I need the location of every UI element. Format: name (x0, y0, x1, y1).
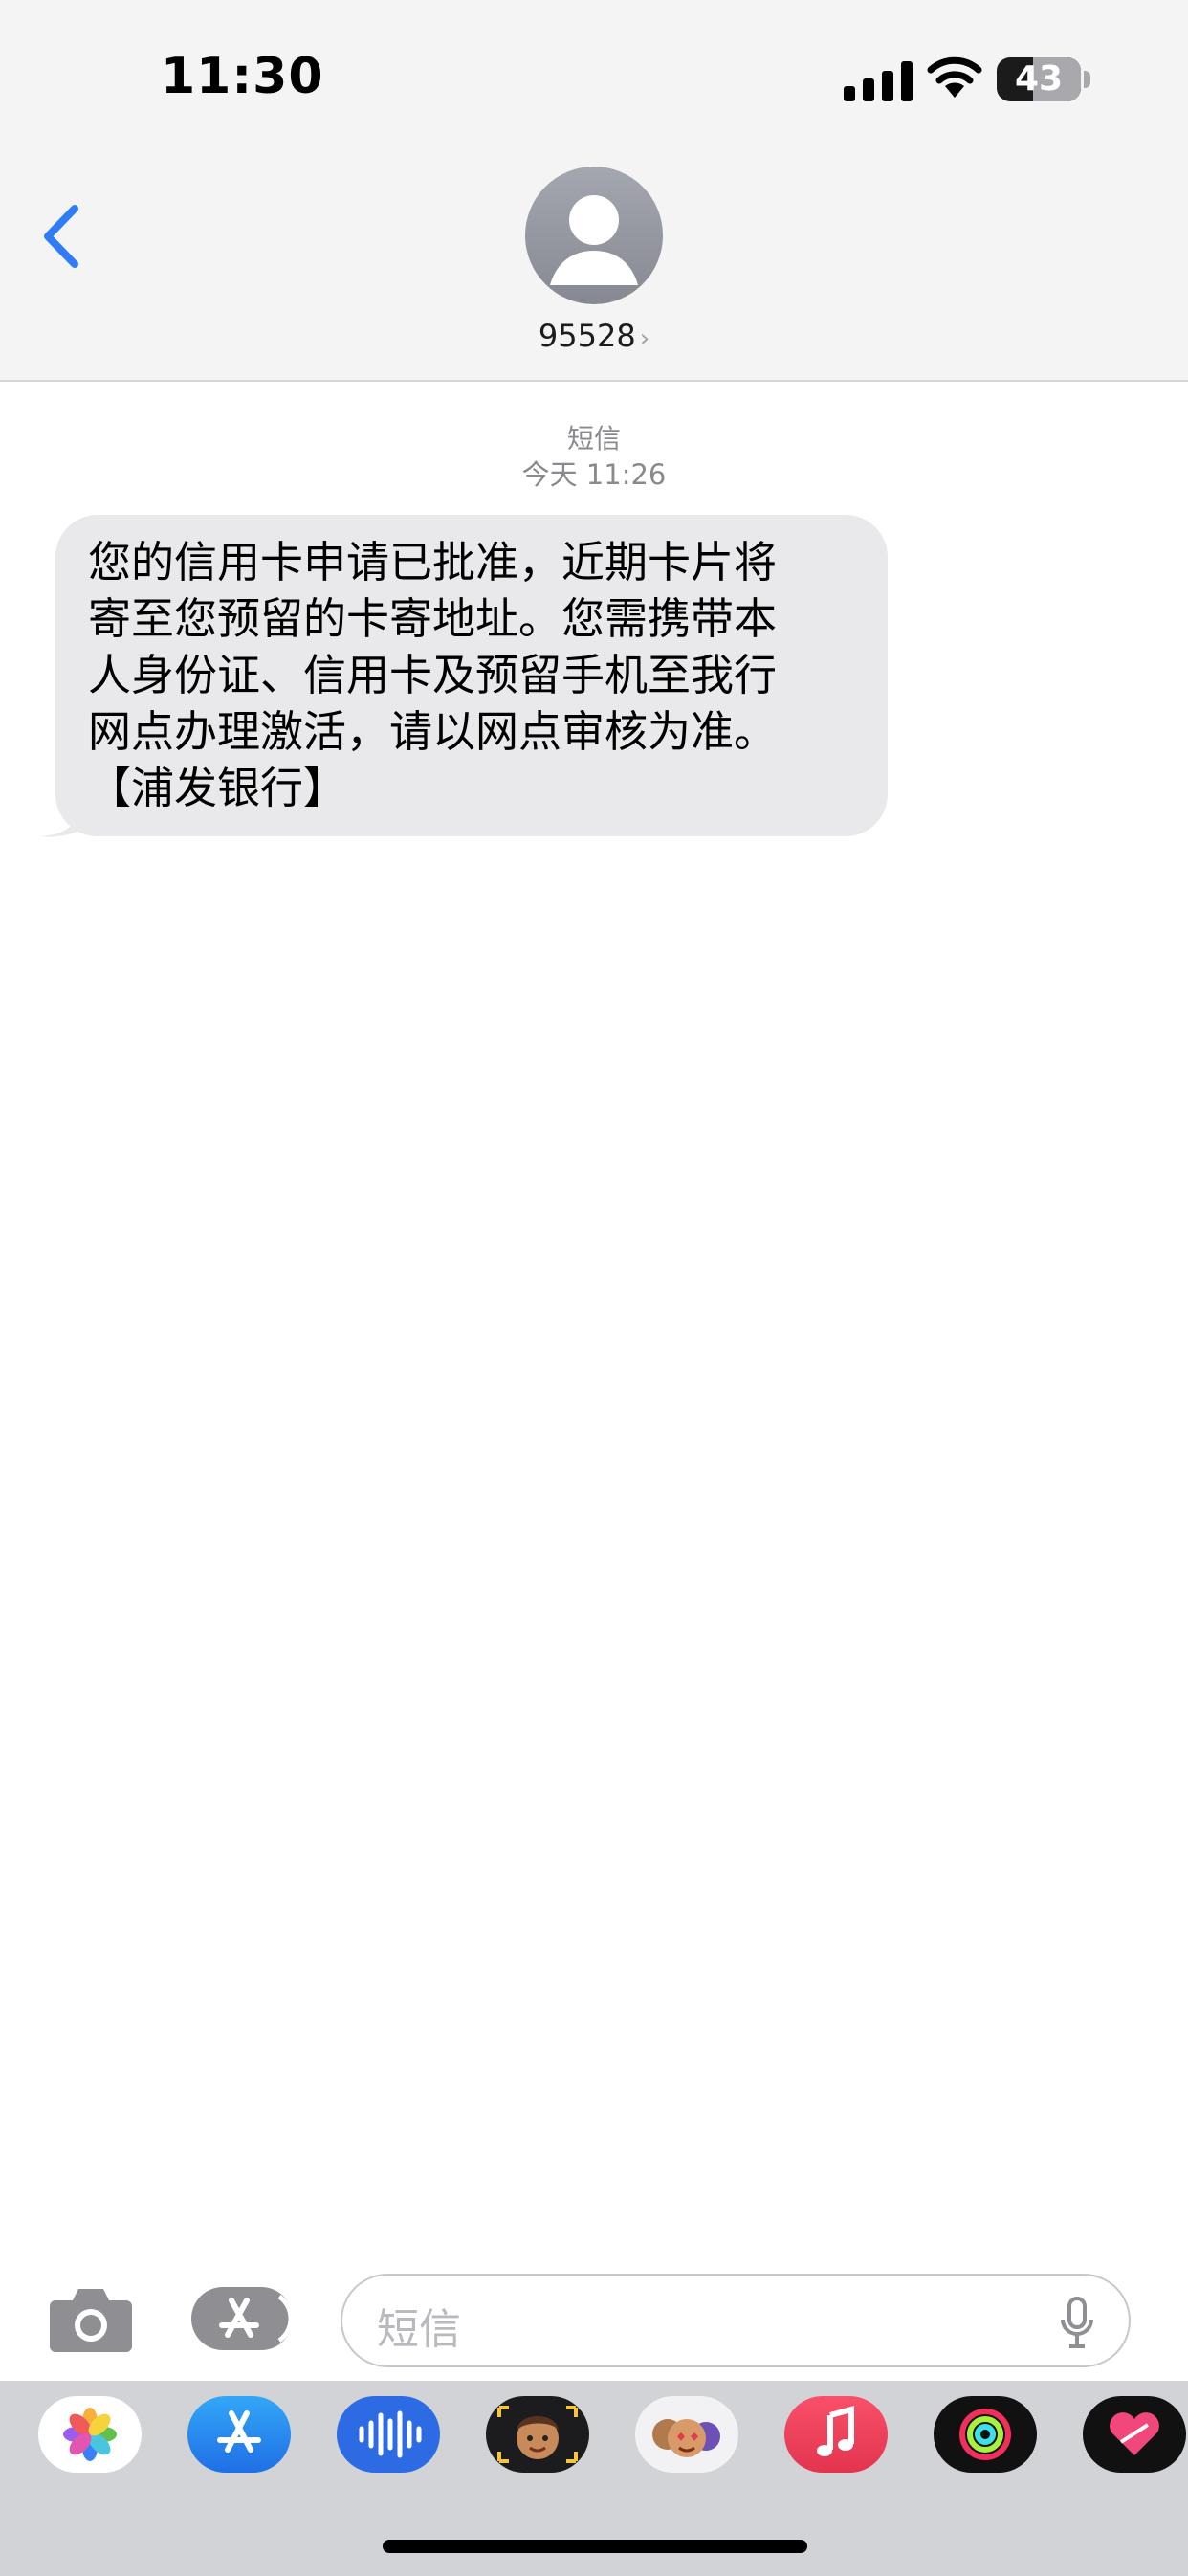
camera-icon[interactable] (48, 2283, 134, 2354)
message-input[interactable]: 短信 (341, 2274, 1131, 2367)
photos-icon[interactable] (38, 2396, 142, 2473)
apps-button[interactable] (191, 2287, 294, 2350)
home-indicator[interactable] (383, 2540, 807, 2553)
battery-icon: 43 (997, 57, 1081, 101)
battery-cap (1084, 71, 1090, 88)
contact-name-button[interactable]: 95528 › (0, 318, 1188, 354)
status-time: 11:30 (161, 48, 324, 105)
person-silhouette-icon (550, 195, 638, 285)
conversation-header: 11:30 43 95528 › (0, 0, 1188, 382)
audio-message-icon[interactable] (337, 2396, 440, 2473)
wifi-icon (927, 56, 982, 98)
cellular-signal-icon (844, 61, 913, 101)
contact-avatar[interactable] (525, 167, 663, 304)
back-chevron-icon[interactable] (38, 201, 86, 272)
memoji-icon[interactable] (486, 2396, 589, 2473)
battery-percent: 43 (1014, 59, 1064, 99)
microphone-icon[interactable] (1060, 2297, 1094, 2350)
message-input-placeholder: 短信 (377, 2305, 461, 2354)
contact-name: 95528 (538, 318, 636, 354)
stickers-icon[interactable] (635, 2396, 738, 2473)
received-message-bubble[interactable]: 您的信用卡申请已批准，近期卡片将 寄至您预留的卡寄地址。您需携带本 人身份证、信… (55, 515, 888, 836)
app-store-glyph-icon (219, 2294, 294, 2343)
message-timestamp: 今天 11:26 (521, 458, 667, 491)
activity-icon[interactable] (934, 2396, 1037, 2473)
service-label: 短信 (566, 423, 621, 455)
music-icon[interactable] (784, 2396, 888, 2473)
app-store-icon[interactable] (187, 2396, 291, 2473)
chevron-right-icon: › (639, 324, 650, 353)
digital-touch-icon[interactable] (1083, 2396, 1186, 2473)
message-text: 您的信用卡申请已批准，近期卡片将 寄至您预留的卡寄地址。您需携带本 人身份证、信… (88, 537, 778, 813)
